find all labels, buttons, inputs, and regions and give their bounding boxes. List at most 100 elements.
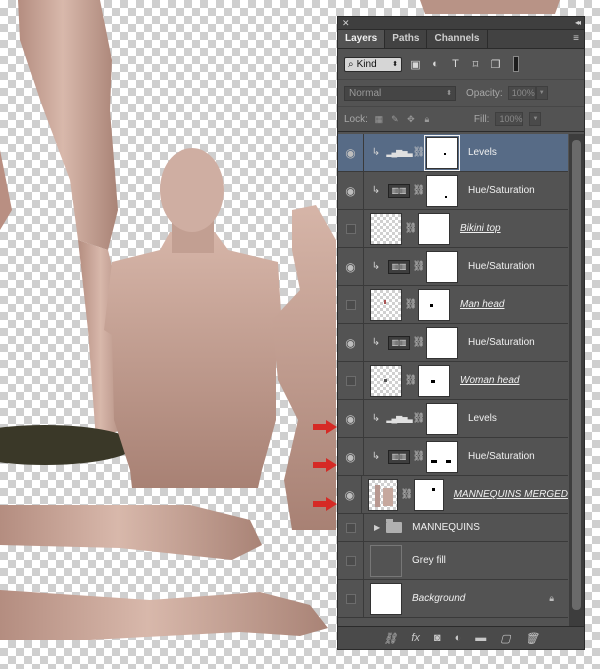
layer-row[interactable]: ◉ ↳ ▂▄▆▅▃ ⛓︎ Levels: [338, 400, 568, 438]
layer-group-row[interactable]: ▶ MANNEQUINS: [338, 514, 568, 542]
eye-icon[interactable]: ◉: [344, 488, 354, 502]
tab-layers[interactable]: Layers: [338, 30, 386, 48]
clipping-arrow-icon: ↳: [371, 147, 381, 158]
link-icon[interactable]: ⛓︎: [412, 337, 426, 348]
panel-tabs: Layers Paths Channels ≡: [338, 30, 584, 49]
fill-label: Fill:: [473, 113, 490, 125]
adjustment-icon[interactable]: ◐: [455, 632, 462, 644]
close-icon[interactable]: ✕: [342, 17, 350, 29]
layer-row[interactable]: ◉ ⛓︎ MANNEQUINS MERGED: [338, 476, 568, 514]
opacity-dropdown[interactable]: ▼: [535, 86, 548, 100]
layer-name: Hue/Saturation: [468, 451, 535, 462]
layer-mask-thumbnail[interactable]: [418, 364, 450, 397]
group-icon[interactable]: ▬: [475, 632, 486, 644]
filter-bar: ⌕ Kind ⬍ ▣ ◐ T ⌑ ❐: [338, 49, 584, 80]
layer-name: Levels: [468, 147, 497, 158]
layer-mask-thumbnail[interactable]: [413, 478, 444, 511]
visibility-off-box[interactable]: [345, 375, 356, 386]
link-icon[interactable]: ⛓︎: [400, 489, 414, 500]
eye-icon[interactable]: ◉: [345, 450, 355, 464]
link-icon[interactable]: ⛓︎: [412, 413, 426, 424]
link-icon[interactable]: ⛓︎: [404, 375, 418, 386]
panel-menu-icon[interactable]: ≡: [573, 33, 579, 44]
shape-filter-icon[interactable]: ⌑: [469, 58, 482, 71]
smartobject-filter-icon[interactable]: ❐: [489, 58, 502, 71]
layer-mask-thumbnail[interactable]: [426, 326, 458, 359]
lock-transparent-icon[interactable]: ▦: [374, 114, 384, 124]
scrollbar-thumb[interactable]: [572, 140, 581, 610]
fill-field[interactable]: 100%: [495, 112, 524, 126]
eye-icon[interactable]: ◉: [345, 336, 355, 350]
layer-row[interactable]: Grey fill: [338, 542, 568, 580]
lock-bar: Lock: ▦ ✎ ✥ 🔒︎ Fill: 100% ▼: [338, 107, 584, 132]
eye-icon[interactable]: ◉: [345, 412, 355, 426]
layer-row[interactable]: ⛓︎ Bikini top: [338, 210, 568, 248]
eye-icon[interactable]: ◉: [345, 184, 355, 198]
layer-name: Hue/Saturation: [468, 185, 535, 196]
visibility-off-box[interactable]: [345, 522, 356, 533]
link-icon[interactable]: ⛓︎: [412, 147, 426, 158]
layer-name: Bikini top: [460, 223, 501, 234]
eye-icon[interactable]: ◉: [345, 146, 355, 160]
filter-kind-select[interactable]: ⌕ Kind ⬍: [344, 56, 402, 72]
layer-row[interactable]: ◉ ↳ ▥▥ ⛓︎ Hue/Saturation: [338, 172, 568, 210]
layer-row[interactable]: ◉ ↳ ▂▄▆▅▃ ⛓︎ Levels: [338, 134, 568, 172]
link-icon[interactable]: ⛓︎: [412, 261, 426, 272]
link-icon[interactable]: ⛓︎: [404, 299, 418, 310]
layer-row[interactable]: ⛓︎ Man head: [338, 286, 568, 324]
layer-mask-thumbnail[interactable]: [426, 250, 458, 283]
scrollbar[interactable]: [569, 134, 584, 641]
layer-name: Grey fill: [412, 555, 446, 566]
disclosure-triangle-icon[interactable]: ▶: [374, 523, 380, 532]
fill-dropdown[interactable]: ▼: [529, 112, 542, 126]
layer-mask-thumbnail[interactable]: [426, 174, 458, 207]
visibility-off-box[interactable]: [345, 223, 356, 234]
layer-row[interactable]: ⛓︎ Woman head: [338, 362, 568, 400]
visibility-off-box[interactable]: [345, 555, 356, 566]
link-icon[interactable]: ⛓︎: [404, 223, 418, 234]
levels-icon: ▂▄▆▅▃: [386, 414, 412, 423]
blend-mode-select[interactable]: Normal ⬍: [344, 85, 456, 101]
layer-mask-thumbnail[interactable]: [418, 212, 450, 245]
blend-bar: Normal ⬍ Opacity: 100% ▼: [338, 80, 584, 107]
type-filter-icon[interactable]: T: [449, 58, 462, 71]
hue-saturation-icon: ▥▥: [388, 183, 410, 198]
spinner-icon: ⬍: [446, 90, 452, 97]
lock-position-icon[interactable]: ✥: [406, 114, 416, 124]
fx-icon[interactable]: fx: [411, 632, 420, 644]
tab-paths[interactable]: Paths: [385, 30, 428, 48]
link-icon[interactable]: ⛓︎: [412, 451, 426, 462]
new-layer-icon[interactable]: ▢: [500, 632, 510, 645]
adjustment-filter-icon[interactable]: ◐: [429, 58, 442, 71]
visibility-off-box[interactable]: [345, 593, 356, 604]
layer-mask-thumbnail[interactable]: [426, 402, 458, 435]
layer-row[interactable]: ◉ ↳ ▥▥ ⛓︎ Hue/Saturation: [338, 248, 568, 286]
mask-icon[interactable]: ◙: [434, 632, 441, 644]
layer-mask-thumbnail[interactable]: [426, 440, 458, 473]
clipping-arrow-icon: ↳: [371, 337, 381, 348]
layer-row[interactable]: Background 🔒︎: [338, 580, 568, 618]
hue-saturation-icon: ▥▥: [388, 335, 410, 350]
layer-row[interactable]: ◉ ↳ ▥▥ ⛓︎ Hue/Saturation: [338, 438, 568, 476]
eye-icon[interactable]: ◉: [345, 260, 355, 274]
trash-icon[interactable]: 🗑︎: [525, 632, 539, 645]
lock-pixels-icon[interactable]: ✎: [390, 114, 400, 124]
hue-saturation-icon: ▥▥: [388, 259, 410, 274]
layer-mask-thumbnail[interactable]: [418, 288, 450, 321]
pixel-filter-icon[interactable]: ▣: [409, 58, 422, 71]
link-icon[interactable]: ⛓︎: [412, 185, 426, 196]
search-icon: ⌕: [348, 58, 354, 70]
levels-icon: ▂▄▆▅▃: [386, 148, 412, 157]
lock-all-icon[interactable]: 🔒︎: [422, 114, 432, 124]
collapse-icon[interactable]: ◂◂: [575, 17, 581, 29]
layer-thumbnail: [370, 364, 402, 397]
layer-mask-thumbnail[interactable]: [424, 134, 460, 171]
layer-name: Hue/Saturation: [468, 337, 535, 348]
layer-name: Man head: [460, 299, 505, 310]
opacity-field[interactable]: 100%: [507, 86, 536, 100]
filter-toggle[interactable]: [513, 56, 519, 72]
visibility-off-box[interactable]: [345, 299, 356, 310]
layer-row[interactable]: ◉ ↳ ▥▥ ⛓︎ Hue/Saturation: [338, 324, 568, 362]
tab-channels[interactable]: Channels: [427, 30, 488, 48]
link-layers-icon[interactable]: ⛓︎: [383, 632, 397, 645]
